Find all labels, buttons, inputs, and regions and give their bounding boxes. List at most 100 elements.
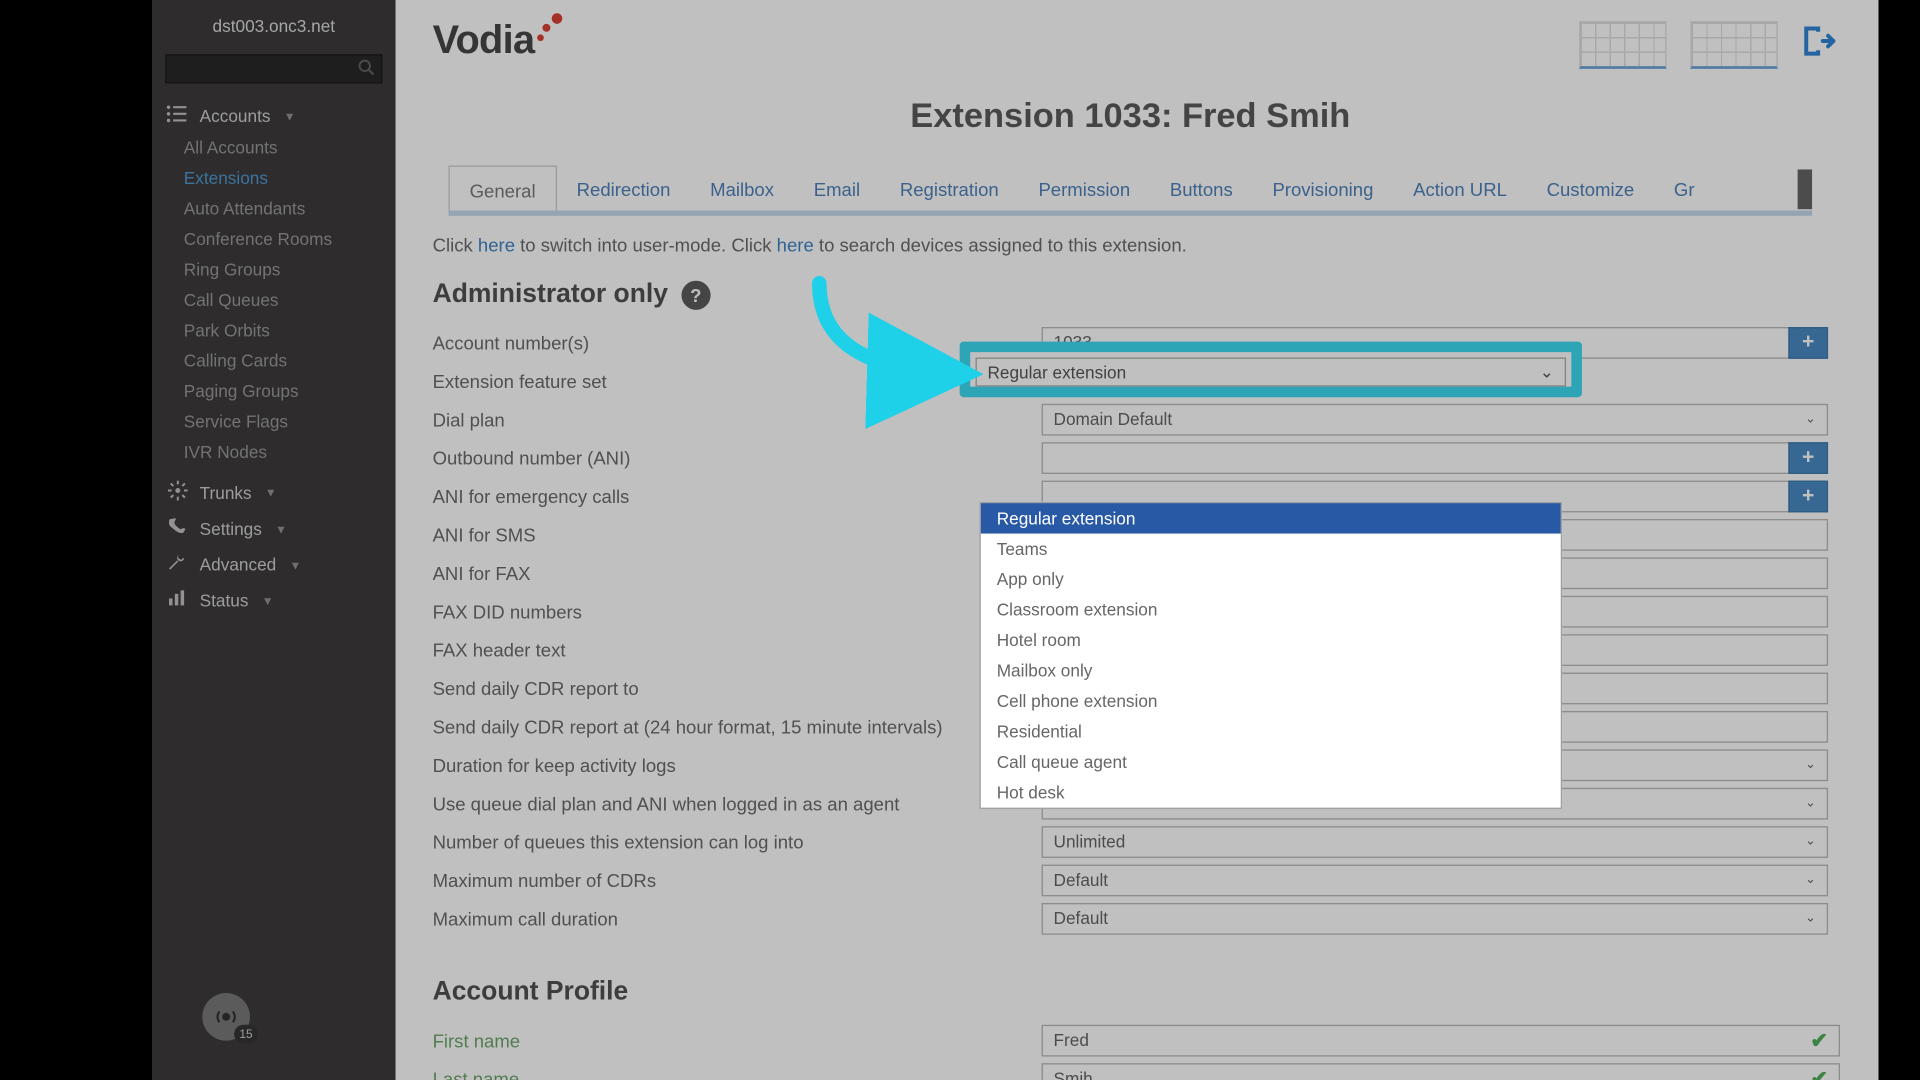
label: FAX DID numbers (433, 595, 1042, 627)
logout-icon[interactable] (1802, 23, 1839, 67)
hint-pre: Click (433, 234, 478, 255)
tab-customize[interactable]: Customize (1527, 166, 1654, 211)
header-grid-2[interactable] (1690, 21, 1777, 69)
header-grid-1[interactable] (1579, 21, 1666, 69)
control: Default⌄ (1042, 864, 1828, 896)
caret-down-icon: ▼ (262, 594, 274, 607)
add-button[interactable]: + (1788, 326, 1828, 358)
sidebar-item-paging-groups[interactable]: Paging Groups (184, 376, 396, 406)
row-dial-plan: Dial planDomain Default⌄ (433, 400, 1828, 438)
option-residential[interactable]: Residential (981, 716, 1561, 746)
nav-status[interactable]: Status ▼ (152, 581, 396, 617)
label: Maximum number of CDRs (433, 864, 1042, 896)
sidebar-item-park-orbits[interactable]: Park Orbits (184, 315, 396, 345)
tab-email[interactable]: Email (794, 166, 880, 211)
control: ✔ (1042, 1024, 1828, 1056)
nav-status-label: Status (200, 591, 249, 611)
add-button[interactable]: + (1788, 480, 1828, 512)
row-outbound-number-ani-: Outbound number (ANI)+ (433, 438, 1828, 476)
connection-badge[interactable] (202, 993, 250, 1041)
search-input[interactable] (165, 54, 382, 83)
nav-accounts-sub: All AccountsExtensionsAuto AttendantsCon… (152, 132, 396, 472)
tabs-scroll-handle[interactable] (1798, 169, 1813, 209)
label: Extension feature set (433, 365, 1042, 397)
label: ANI for FAX (433, 557, 1042, 589)
hint-link-devices[interactable]: here (777, 234, 814, 255)
page-title: Extension 1033: Fred Smih (396, 77, 1866, 160)
add-button[interactable]: + (1788, 442, 1828, 474)
sidebar-item-all-accounts[interactable]: All Accounts (184, 132, 396, 162)
tab-gr[interactable]: Gr (1654, 166, 1714, 211)
input[interactable] (1042, 1024, 1840, 1056)
sidebar-item-ring-groups[interactable]: Ring Groups (184, 254, 396, 284)
help-icon[interactable]: ? (681, 280, 710, 309)
chevron-down-icon: ⌄ (1805, 757, 1816, 772)
option-classroom-extension[interactable]: Classroom extension (981, 594, 1561, 624)
option-cell-phone-extension[interactable]: Cell phone extension (981, 686, 1561, 716)
sidebar-item-calling-cards[interactable]: Calling Cards (184, 346, 396, 376)
option-mailbox-only[interactable]: Mailbox only (981, 655, 1561, 685)
sidebar-item-call-queues[interactable]: Call Queues (184, 285, 396, 315)
search-icon[interactable] (357, 58, 376, 81)
select[interactable]: Unlimited⌄ (1042, 826, 1828, 858)
feature-set-select[interactable]: Regular extension ⌄ (976, 357, 1567, 386)
label: Use queue dial plan and ANI when logged … (433, 787, 1042, 819)
chevron-down-icon: ⌄ (1805, 796, 1816, 811)
section-profile-label: Account Profile (433, 977, 629, 1007)
option-hotel-room[interactable]: Hotel room (981, 625, 1561, 655)
option-hot-desk[interactable]: Hot desk (981, 777, 1561, 807)
sidebar-item-service-flags[interactable]: Service Flags (184, 406, 396, 436)
chart-icon (165, 589, 189, 612)
domain-label: dst003.onc3.net (152, 5, 396, 49)
nav-trunks[interactable]: Trunks ▼ (152, 473, 396, 510)
option-app-only[interactable]: App only (981, 564, 1561, 594)
label: Number of queues this extension can log … (433, 826, 1042, 858)
section-admin-label: Administrator only (433, 279, 668, 309)
option-regular-extension[interactable]: Regular extension (981, 503, 1561, 533)
nav-settings[interactable]: Settings ▼ (152, 510, 396, 546)
label: Send daily CDR report at (24 hour format… (433, 710, 1042, 742)
profile-form: First name✔Last name✔Short name (396, 1016, 1866, 1080)
select-value: Default (1054, 908, 1109, 928)
nav-advanced[interactable]: Advanced ▼ (152, 545, 396, 581)
tab-permission[interactable]: Permission (1019, 166, 1150, 211)
option-teams[interactable]: Teams (981, 534, 1561, 564)
select[interactable]: Domain Default⌄ (1042, 403, 1828, 435)
caret-down-icon: ▼ (289, 558, 301, 571)
tab-general[interactable]: General (449, 166, 557, 212)
select[interactable]: Default ⌄ (1042, 902, 1828, 934)
tab-registration[interactable]: Registration (880, 166, 1019, 211)
sidebar-item-conference-rooms[interactable]: Conference Rooms (184, 224, 396, 254)
wrench-icon (165, 553, 189, 576)
input[interactable] (1042, 442, 1790, 474)
select[interactable]: Default⌄ (1042, 864, 1828, 896)
row-first-name: First name✔ (433, 1021, 1828, 1059)
control: Default ⌄ (1042, 902, 1828, 934)
sidebar-item-auto-attendants[interactable]: Auto Attendants (184, 193, 396, 223)
header: Vodia (396, 0, 1866, 77)
label: First name (433, 1024, 1042, 1056)
tab-buttons[interactable]: Buttons (1150, 166, 1253, 211)
brand-dots-icon (537, 13, 563, 45)
sidebar: dst003.onc3.net Accounts ▼ All AccountsE… (152, 0, 396, 1080)
nav-settings-label: Settings (200, 519, 262, 539)
brand-wordmark: Vodia (433, 19, 535, 64)
chevron-down-icon: ⌄ (1805, 834, 1816, 849)
list-icon (165, 105, 189, 128)
nav-accounts[interactable]: Accounts ▼ (152, 97, 396, 133)
chevron-down-icon: ⌄ (1805, 911, 1816, 926)
chevron-down-icon: ⌄ (1805, 412, 1816, 427)
tab-mailbox[interactable]: Mailbox (690, 166, 794, 211)
sidebar-item-ivr-nodes[interactable]: IVR Nodes (184, 437, 396, 467)
control: + (1042, 442, 1828, 474)
sidebar-item-extensions[interactable]: Extensions (184, 163, 396, 193)
option-call-queue-agent[interactable]: Call queue agent (981, 747, 1561, 777)
label: Account number(s) (433, 326, 1042, 358)
input[interactable] (1042, 1063, 1840, 1080)
tab-redirection[interactable]: Redirection (557, 166, 690, 211)
hint-link-usermode[interactable]: here (478, 234, 515, 255)
chevron-down-icon: ⌄ (1805, 873, 1816, 888)
tab-action-url[interactable]: Action URL (1393, 166, 1526, 211)
brand-logo[interactable]: Vodia (433, 13, 564, 63)
tab-provisioning[interactable]: Provisioning (1253, 166, 1394, 211)
